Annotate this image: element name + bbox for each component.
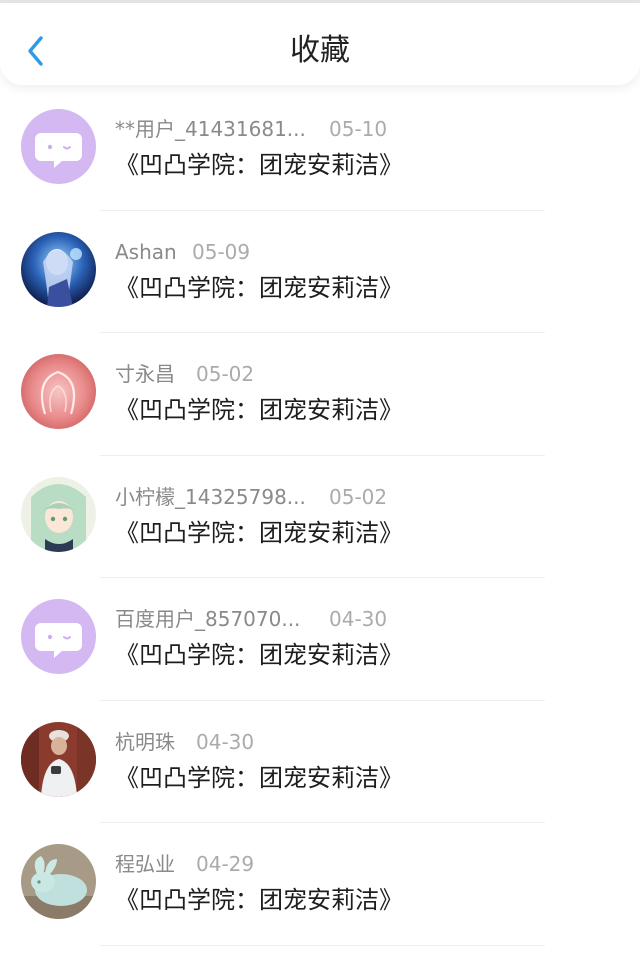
page-title: 收藏 (290, 33, 350, 68)
avatar[interactable] (21, 721, 96, 797)
favorites-page: 收藏 **用户_41431681... 05-10 《凹凸学院：团宠安莉洁》 A… (0, 0, 640, 959)
date: 05-09 (192, 239, 251, 264)
item-title: 《凹凸学院：团宠安莉洁》 (115, 518, 403, 547)
pink-glow-avatar-icon (21, 354, 96, 429)
item-title: 《凹凸学院：团宠安莉洁》 (115, 151, 403, 179)
username: 杭明珠 (115, 729, 175, 754)
item-title: 《凹凸学院：团宠安莉洁》 (115, 396, 403, 424)
item-meta: 杭明珠 04-30 (115, 728, 254, 756)
person-photo-avatar-icon (21, 721, 96, 797)
list-item[interactable]: Ashan 05-09 《凹凸学院：团宠安莉洁》 (0, 211, 640, 333)
item-meta: 寸永昌 05-02 (115, 360, 254, 388)
avatar[interactable] (21, 109, 96, 184)
date: 05-10 (329, 117, 388, 141)
date: 04-29 (196, 852, 255, 876)
item-meta: 小柠檬_14325798... 05-02 (115, 483, 387, 511)
username: 寸永昌 (115, 362, 175, 386)
list-item[interactable]: 杭明珠 04-30 《凹凸学院：团宠安莉洁》 (0, 701, 640, 823)
item-meta: Ashan 05-09 (115, 238, 250, 266)
item-title: 《凹凸学院：团宠安莉洁》 (115, 886, 403, 914)
anime-girl-green-avatar-icon (21, 476, 96, 552)
username: 小柠檬_14325798... (115, 484, 306, 509)
item-title: 《凹凸学院：团宠安莉洁》 (115, 763, 403, 792)
jade-rabbit-avatar-icon (21, 844, 96, 919)
item-meta: **用户_41431681... 05-10 (115, 115, 387, 143)
item-title: 《凹凸学院：团宠安莉洁》 (115, 273, 403, 302)
list-item[interactable]: 百度用户_857070... 04-30 《凹凸学院：团宠安莉洁》 (0, 578, 640, 701)
avatar[interactable] (21, 599, 96, 674)
username: 百度用户_857070... (115, 607, 301, 631)
anime-girl-blue-avatar-icon (21, 231, 96, 307)
divider (100, 944, 545, 946)
item-meta: 程弘业 04-29 (115, 850, 254, 878)
username: Ashan (115, 239, 177, 264)
item-meta: 百度用户_857070... 04-30 (115, 605, 387, 633)
date: 04-30 (329, 607, 388, 631)
avatar[interactable] (21, 476, 96, 552)
list-item[interactable]: 小柠檬_14325798... 05-02 《凹凸学院：团宠安莉洁》 (0, 456, 640, 578)
username: **用户_41431681... (115, 117, 306, 141)
header-bar: 收藏 (0, 3, 640, 85)
avatar[interactable] (21, 354, 96, 429)
list-item[interactable]: 寸永昌 05-02 《凹凸学院：团宠安莉洁》 (0, 333, 640, 456)
username: 程弘业 (115, 852, 175, 876)
item-title: 《凹凸学院：团宠安莉洁》 (115, 641, 403, 669)
default-chat-avatar-icon (21, 599, 96, 674)
date: 05-02 (196, 362, 255, 386)
date: 04-30 (196, 729, 255, 754)
list-item[interactable]: **用户_41431681... 05-10 《凹凸学院：团宠安莉洁》 (0, 88, 640, 211)
avatar[interactable] (21, 844, 96, 919)
avatar[interactable] (21, 231, 96, 307)
favorites-list: **用户_41431681... 05-10 《凹凸学院：团宠安莉洁》 Asha… (0, 88, 640, 946)
date: 05-02 (329, 484, 388, 509)
default-chat-avatar-icon (21, 109, 96, 184)
list-item[interactable]: 程弘业 04-29 《凹凸学院：团宠安莉洁》 (0, 823, 640, 946)
